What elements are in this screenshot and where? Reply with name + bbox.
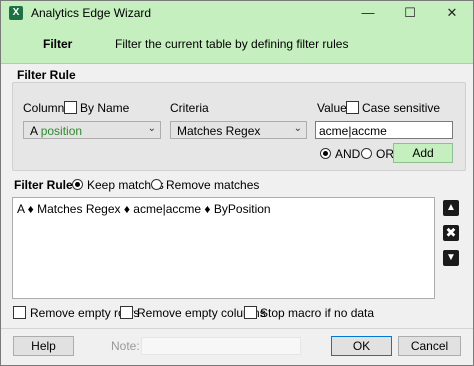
column-select[interactable]: A position ⌄ bbox=[23, 121, 161, 139]
title-bar: X Analytics Edge Wizard — ☐ ✕ bbox=[1, 1, 473, 25]
note-input[interactable] bbox=[141, 337, 301, 355]
ok-button[interactable]: OK bbox=[331, 336, 392, 356]
filter-rule-group: Column By Name Criteria Value Case sensi… bbox=[12, 82, 466, 171]
filter-rules-list[interactable]: A ♦ Matches Regex ♦ acme|accme ♦ ByPosit… bbox=[12, 197, 435, 299]
close-button[interactable]: ✕ bbox=[431, 1, 473, 25]
filter-rule-label: Filter Rule bbox=[17, 68, 76, 82]
or-label: OR bbox=[376, 147, 394, 161]
move-up-icon[interactable]: ▲ bbox=[443, 200, 459, 216]
or-radio[interactable] bbox=[361, 148, 372, 159]
chevron-down-icon: ⌄ bbox=[293, 123, 302, 134]
case-sensitive-label: Case sensitive bbox=[362, 101, 441, 115]
stop-macro-checkbox[interactable] bbox=[244, 306, 257, 319]
remove-matches-label: Remove matches bbox=[166, 178, 260, 192]
step-title: Filter bbox=[43, 37, 73, 51]
chevron-down-icon: ⌄ bbox=[147, 123, 156, 134]
add-button[interactable]: Add bbox=[393, 143, 453, 163]
and-label: AND bbox=[335, 147, 361, 161]
column-select-value: A position bbox=[30, 124, 83, 138]
remove-matches-radio[interactable] bbox=[151, 179, 162, 190]
help-button[interactable]: Help bbox=[13, 336, 74, 356]
remove-empty-rows-checkbox[interactable] bbox=[13, 306, 26, 319]
window-title: Analytics Edge Wizard bbox=[31, 6, 152, 20]
cancel-button[interactable]: Cancel bbox=[398, 336, 461, 356]
excel-icon: X bbox=[9, 6, 23, 20]
criteria-select-value: Matches Regex bbox=[177, 124, 261, 138]
value-input[interactable]: acme|accme bbox=[315, 121, 453, 139]
header-divider bbox=[1, 63, 473, 64]
keep-matches-radio[interactable] bbox=[72, 179, 83, 190]
move-down-icon[interactable]: ▼ bbox=[443, 250, 459, 266]
column-label: Column bbox=[23, 101, 65, 115]
wizard-window: X Analytics Edge Wizard — ☐ ✕ Filter Fil… bbox=[0, 0, 474, 366]
criteria-label: Criteria bbox=[170, 101, 209, 115]
minimize-button[interactable]: — bbox=[347, 1, 389, 25]
stop-macro-label: Stop macro if no data bbox=[260, 306, 375, 320]
maximize-button[interactable]: ☐ bbox=[389, 1, 431, 25]
remove-empty-columns-checkbox[interactable] bbox=[120, 306, 133, 319]
footer-divider bbox=[1, 328, 473, 329]
filter-rules-label: Filter Rules bbox=[14, 178, 80, 192]
and-radio[interactable] bbox=[320, 148, 331, 159]
delete-icon[interactable]: ✖ bbox=[443, 225, 459, 241]
step-description: Filter the current table by defining fil… bbox=[115, 37, 349, 51]
note-label: Note: bbox=[111, 339, 140, 353]
value-label: Value bbox=[317, 101, 347, 115]
wizard-header: Filter Filter the current table by defin… bbox=[1, 25, 473, 63]
criteria-select[interactable]: Matches Regex ⌄ bbox=[170, 121, 307, 139]
by-name-label: By Name bbox=[80, 101, 130, 115]
by-name-checkbox[interactable] bbox=[64, 101, 77, 114]
case-sensitive-checkbox[interactable] bbox=[346, 101, 359, 114]
list-item[interactable]: A ♦ Matches Regex ♦ acme|accme ♦ ByPosit… bbox=[17, 202, 271, 216]
